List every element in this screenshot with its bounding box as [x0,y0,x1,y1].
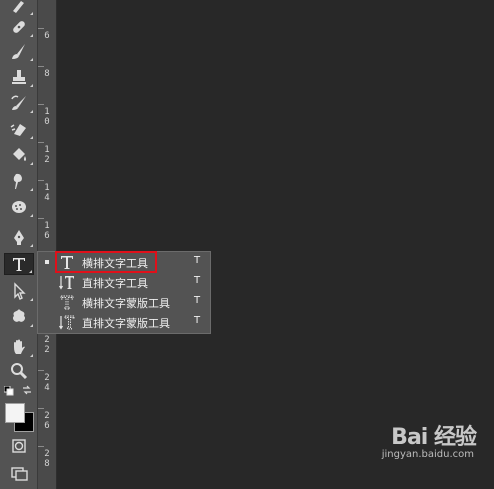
ruler-label: 6 [44,231,50,241]
screen-mode-icon [11,467,28,481]
ruler-label: 2 [44,411,50,421]
ruler-label: 8 [44,459,50,469]
spot-healing-tool[interactable] [4,16,34,38]
brush-tool[interactable] [4,0,34,16]
ruler-label: 2 [44,345,50,355]
menu-item-label: 横排文字蒙版工具 [82,297,170,310]
ruler-label: 1 [44,107,50,117]
clone-stamp-tool[interactable] [4,66,34,88]
ruler-label: 2 [44,449,50,459]
shortcut-key: T [194,295,201,306]
history-brush-icon [11,95,26,110]
watermark: Bai 经验 jingyan.baidu.com [356,419,477,469]
ruler-label: 1 [44,145,50,155]
ruler-label: 6 [44,31,50,41]
menu-item-vertical-type-mask-tool[interactable]: 直排文字蒙版工具 T [38,312,210,332]
ruler-label: 2 [44,373,50,383]
shortcut-key: T [194,255,201,266]
bandage-icon [13,21,25,33]
ruler-label: 4 [44,193,50,203]
vertical-ruler: 6 8 1 0 1 2 1 4 1 6 2 2 2 4 2 6 2 8 [38,0,57,489]
paint-bucket-tool[interactable] [4,144,34,166]
menu-item-label: 直排文字工具 [82,277,148,290]
watermark-brand: Bai 经验 [391,425,477,450]
horizontal-type-icon [61,256,73,269]
hand-icon [14,339,25,354]
brush-icon [12,44,25,59]
menu-item-label: 直排文字蒙版工具 [82,317,170,330]
active-bullet [45,260,49,264]
pen-tool[interactable] [4,226,34,248]
ruler-label: 8 [44,69,50,79]
brush-tool[interactable] [4,40,34,62]
eraser-tool[interactable] [4,118,34,140]
menu-item-horizontal-type-mask-tool[interactable]: 横排文字蒙版工具 T [38,292,210,312]
tools-panel [0,0,38,489]
zoom-tool[interactable] [4,360,34,382]
type-tools-flyout-menu: 横排文字工具 T 直排文字工具 T 横排文字蒙版工具 T 直排文字蒙版工具 T [37,251,211,334]
type-icon [13,258,25,271]
custom-shape-tool[interactable] [4,306,34,328]
smudge-tool[interactable] [4,170,34,192]
vertical-type-icon [58,276,74,290]
watermark-url: jingyan.baidu.com [381,449,474,460]
shape-icon [12,309,26,322]
type-tool[interactable] [4,253,34,275]
pen-icon [14,230,24,245]
sponge-tool[interactable] [4,196,34,218]
ruler-label: 1 [44,221,50,231]
history-brush-tool[interactable] [4,92,34,114]
horizontal-type-mask-icon [60,295,74,310]
hand-tool[interactable] [4,336,34,358]
screen-mode-button[interactable] [4,462,34,484]
ruler-label: 6 [44,421,50,431]
brush-icon [13,1,24,13]
menu-item-vertical-type-tool[interactable]: 直排文字工具 T [38,272,210,292]
swap-colors-icon[interactable] [22,385,32,398]
ruler-label: 4 [44,383,50,393]
sponge-icon [12,201,26,213]
document-canvas[interactable] [57,0,494,489]
shortcut-key: T [194,275,201,286]
ruler-label: 2 [44,335,50,345]
menu-item-label: 横排文字工具 [82,257,148,270]
quick-mask-icon [12,439,26,453]
arrow-icon [14,282,26,300]
path-selection-tool[interactable] [4,280,34,302]
ruler-label: 2 [44,155,50,165]
zoom-icon [11,363,28,380]
menu-item-horizontal-type-tool[interactable]: 横排文字工具 T [38,252,210,272]
ruler-label: 1 [44,183,50,193]
shortcut-key: T [194,315,201,326]
eraser-icon [10,124,26,136]
ruler-label: 0 [44,117,50,127]
smudge-icon [13,173,22,189]
foreground-color-swatch[interactable] [5,403,25,423]
default-colors-icon[interactable] [3,385,14,399]
quick-mask-button[interactable] [4,435,34,457]
paint-bucket-icon [13,148,26,161]
stamp-icon [12,70,26,84]
vertical-type-mask-icon [58,315,75,330]
